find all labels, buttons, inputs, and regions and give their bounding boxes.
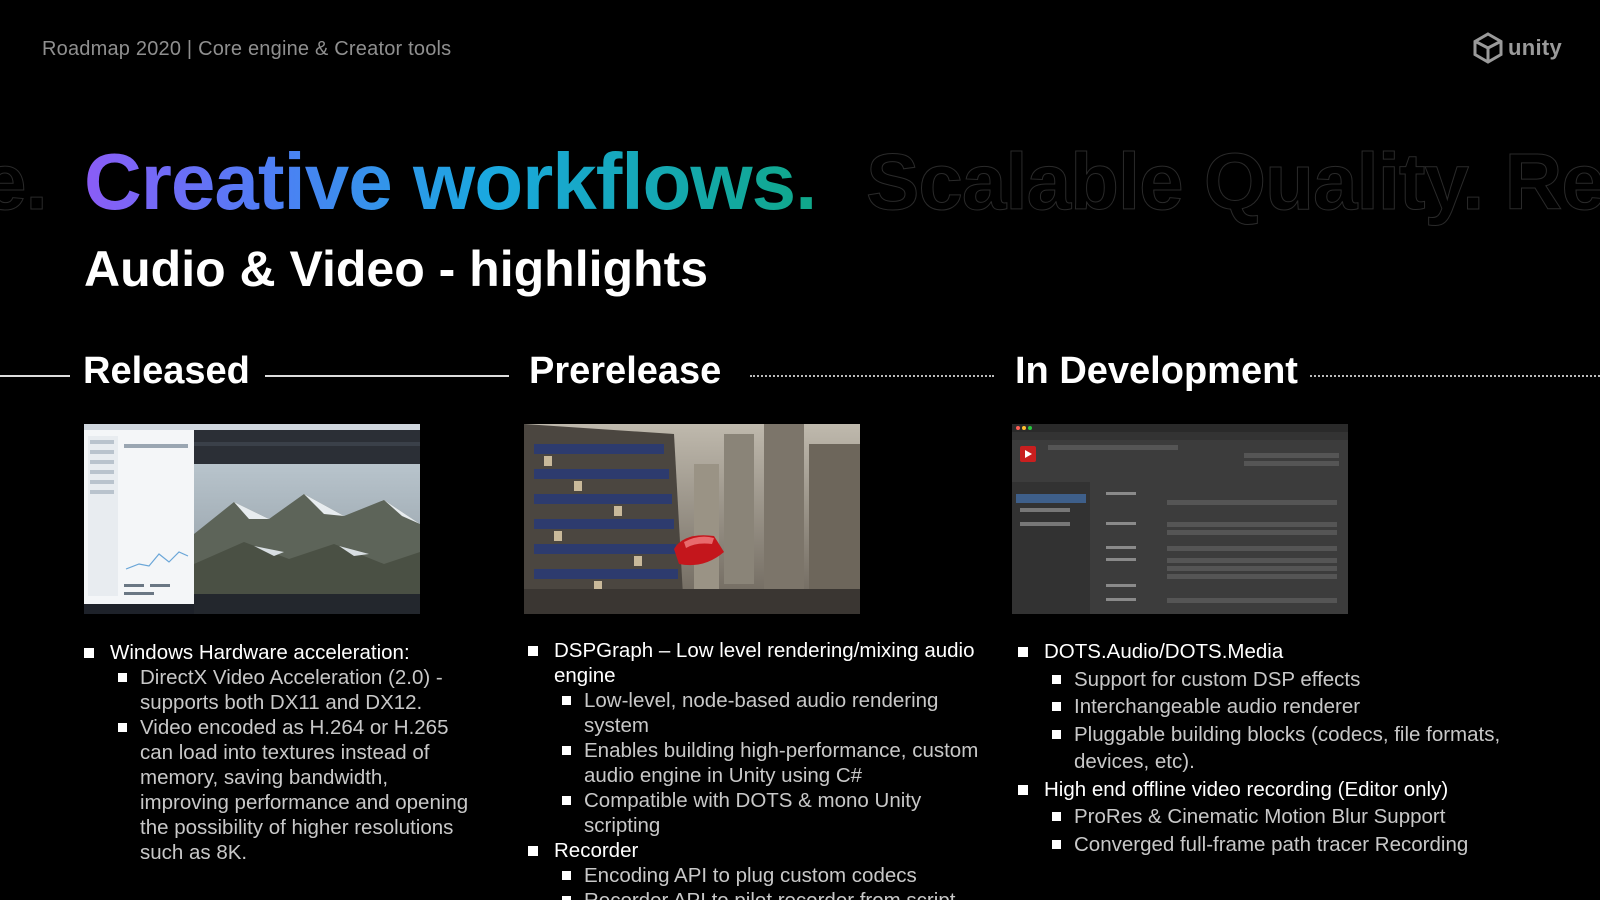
sub-list-item: Converged full-frame path tracer Recordi…: [1018, 831, 1518, 859]
title-ghost-left: e.: [0, 137, 48, 227]
header-breadcrumb: Roadmap 2020 | Core engine & Creator too…: [42, 38, 452, 60]
title-ghost-right: Scalable Quality. Re: [866, 137, 1600, 227]
sub-list-item: Pluggable building blocks (codecs, file …: [1018, 721, 1518, 776]
sub-list-item: Enables building high-performance, custo…: [528, 738, 998, 788]
list-item: High end offline video recording (Editor…: [1018, 776, 1518, 804]
column-heading-in-development: In Development: [1015, 350, 1298, 392]
sub-list-item: ProRes & Cinematic Motion Blur Support: [1018, 803, 1518, 831]
list-item: Recorder: [528, 838, 998, 863]
divider-line-prerelease: [750, 375, 994, 377]
in-development-screenshot: [1012, 424, 1348, 614]
sub-list-item: Encoding API to plug custom codecs: [528, 863, 998, 888]
unity-logo: unity: [1472, 32, 1562, 64]
list-item: Windows Hardware acceleration:: [84, 640, 474, 665]
column-heading-released: Released: [83, 350, 250, 392]
sub-list-item: Support for custom DSP effects: [1018, 666, 1518, 694]
in-development-feature-list: DOTS.Audio/DOTS.Media Support for custom…: [1018, 638, 1518, 858]
divider-line-left: [0, 375, 70, 377]
sub-list-item: Low-level, node-based audio rendering sy…: [528, 688, 998, 738]
unity-logo-text: unity: [1508, 35, 1563, 60]
released-screenshot: [84, 424, 420, 614]
prerelease-feature-list: DSPGraph – Low level rendering/mixing au…: [528, 638, 998, 900]
released-feature-list: Windows Hardware acceleration: DirectX V…: [84, 640, 474, 865]
page-subtitle: Audio & Video - highlights: [84, 241, 709, 297]
title-row: e. Creative workflows. Scalable Quality.…: [0, 136, 1600, 227]
divider-line-released: [265, 375, 509, 377]
sub-list-item: Recorder API to pilot recorder from scri…: [528, 888, 998, 900]
sub-list-item: Interchangeable audio renderer: [1018, 693, 1518, 721]
divider-line-in-development: [1310, 375, 1600, 377]
sub-list-item: DirectX Video Acceleration (2.0) - suppo…: [84, 665, 474, 715]
page-title: Creative workflows.: [84, 137, 817, 226]
unity-cube-icon: [1473, 32, 1503, 64]
prerelease-screenshot: [524, 424, 860, 614]
sub-list-item: Compatible with DOTS & mono Unity script…: [528, 788, 998, 838]
list-item: DSPGraph – Low level rendering/mixing au…: [528, 638, 998, 688]
list-item: DOTS.Audio/DOTS.Media: [1018, 638, 1518, 666]
column-heading-prerelease: Prerelease: [529, 350, 722, 392]
sub-list-item: Video encoded as H.264 or H.265 can load…: [84, 715, 474, 865]
